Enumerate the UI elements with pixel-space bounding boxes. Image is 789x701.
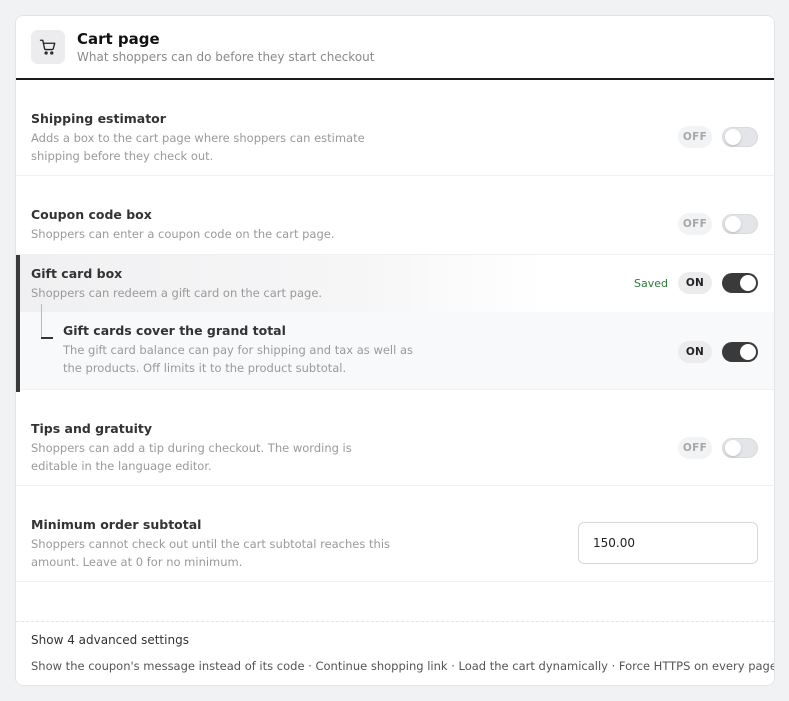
setting-minimum-order-subtotal: Minimum order subtotal Shoppers cannot c… bbox=[16, 486, 774, 582]
toggle-knob bbox=[725, 440, 741, 456]
description-line: editable in the language editor. bbox=[31, 459, 212, 473]
description-line: amount. Leave at 0 for no minimum. bbox=[31, 555, 243, 569]
state-pill: OFF bbox=[678, 213, 712, 235]
setting-shipping-estimator: Shipping estimator Adds a box to the car… bbox=[16, 80, 774, 176]
saved-status: Saved bbox=[634, 276, 668, 290]
setting-tips-gratuity: Tips and gratuity Shoppers can add a tip… bbox=[16, 390, 774, 486]
gift-card-group: Gift card box Shoppers can redeem a gift… bbox=[16, 255, 774, 392]
setting-description: Shoppers can redeem a gift card on the c… bbox=[31, 286, 323, 300]
toggle-knob bbox=[740, 275, 756, 291]
advanced-settings-list: Show the coupon's message instead of its… bbox=[31, 659, 775, 673]
selected-group-indicator bbox=[16, 255, 20, 392]
coupon-code-toggle[interactable] bbox=[722, 214, 758, 234]
description-line: shipping before they check out. bbox=[31, 149, 214, 163]
description-line: Shoppers can add a tip during checkout. … bbox=[31, 441, 352, 455]
setting-label: Tips and gratuity bbox=[31, 421, 153, 436]
toggle-knob bbox=[725, 216, 741, 232]
tips-gratuity-toggle[interactable] bbox=[722, 438, 758, 458]
state-pill: ON bbox=[678, 272, 712, 294]
setting-description: Shoppers cannot check out until the cart… bbox=[31, 535, 390, 571]
cart-page-settings-card: Cart page What shoppers can do before th… bbox=[15, 15, 775, 686]
state-pill: ON bbox=[678, 341, 712, 363]
state-pill: OFF bbox=[678, 437, 712, 459]
gift-cards-cover-total-toggle[interactable] bbox=[722, 342, 758, 362]
show-advanced-settings-link[interactable]: Show 4 advanced settings bbox=[31, 633, 189, 647]
setting-description: Adds a box to the cart page where shoppe… bbox=[31, 129, 365, 165]
state-pill: OFF bbox=[678, 126, 712, 148]
toggle-knob bbox=[740, 344, 756, 360]
gift-card-box-toggle[interactable] bbox=[722, 273, 758, 293]
description-line: Adds a box to the cart page where shoppe… bbox=[31, 131, 365, 145]
page-subtitle: What shoppers can do before they start c… bbox=[77, 50, 375, 64]
setting-description: The gift card balance can pay for shippi… bbox=[63, 341, 413, 377]
minimum-order-input[interactable]: 150.00 bbox=[578, 522, 758, 564]
setting-label: Minimum order subtotal bbox=[31, 517, 202, 532]
cart-icon bbox=[31, 30, 65, 64]
advanced-settings-footer: Show 4 advanced settings Show the coupon… bbox=[16, 621, 774, 673]
setting-label: Gift cards cover the grand total bbox=[63, 323, 286, 338]
description-line: Shoppers cannot check out until the cart… bbox=[31, 537, 391, 551]
tree-connector bbox=[41, 304, 42, 337]
setting-label: Coupon code box bbox=[31, 207, 152, 222]
card-header: Cart page What shoppers can do before th… bbox=[16, 16, 774, 80]
setting-gift-cards-cover-total: Gift cards cover the grand total The gif… bbox=[16, 312, 774, 390]
description-line: The gift card balance can pay for shippi… bbox=[63, 343, 414, 357]
shipping-estimator-toggle[interactable] bbox=[722, 127, 758, 147]
tree-connector-branch bbox=[41, 337, 53, 339]
page-title: Cart page bbox=[77, 30, 160, 48]
setting-description: Shoppers can enter a coupon code on the … bbox=[31, 227, 335, 241]
toggle-knob bbox=[725, 129, 741, 145]
setting-description: Shoppers can add a tip during checkout. … bbox=[31, 439, 352, 475]
setting-coupon-code-box: Coupon code box Shoppers can enter a cou… bbox=[16, 176, 774, 255]
description-line: the products. Off limits it to the produ… bbox=[63, 361, 347, 375]
setting-label: Shipping estimator bbox=[31, 111, 166, 126]
setting-label: Gift card box bbox=[31, 266, 123, 281]
